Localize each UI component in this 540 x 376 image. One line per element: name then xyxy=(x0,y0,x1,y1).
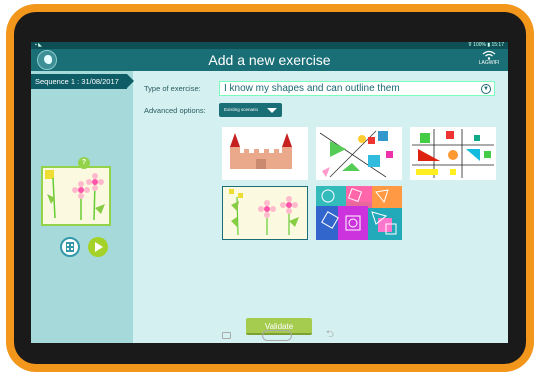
wifi-label: LAGWIFI xyxy=(478,60,500,66)
flowers-illustration xyxy=(229,189,299,236)
status-right: ⊽ 100% ▮ 15:17 xyxy=(468,42,504,48)
sequence-exercise-thumbnail[interactable] xyxy=(41,166,111,226)
exercise-card-castle[interactable] xyxy=(222,127,308,180)
status-left: ▪ ◣ xyxy=(35,42,43,48)
app-header: Add a new exercise LAGWIFI xyxy=(31,49,508,71)
sequence-tab[interactable]: Sequence 1 : 31/08/2017 xyxy=(31,74,134,89)
flag-shapes-illustration xyxy=(412,129,494,178)
home-icon[interactable] xyxy=(262,330,292,341)
film-icon[interactable] xyxy=(60,237,80,257)
exercise-card-flowers[interactable] xyxy=(222,186,308,240)
recents-icon[interactable] xyxy=(222,332,231,339)
exercise-card-shapes-lines[interactable] xyxy=(316,127,402,180)
shapes-lines-illustration xyxy=(319,130,393,178)
main-panel: Type of exercise: I know my shapes and c… xyxy=(133,71,508,343)
chevron-down-icon: ▼ xyxy=(481,84,491,94)
play-icon[interactable] xyxy=(88,237,108,257)
advanced-label: Advanced options: xyxy=(144,106,206,115)
exercise-type-value: I know my shapes and can outline them xyxy=(224,83,400,94)
page-title: Add a new exercise xyxy=(208,52,331,68)
castle-illustration xyxy=(230,133,292,169)
flowers-thumbnail-art xyxy=(45,170,105,221)
status-bar: ▪ ◣ ⊽ 100% ▮ 15:17 xyxy=(31,42,508,49)
sidebar: Sequence 1 : 31/08/2017 ? xyxy=(31,71,134,343)
wifi-icon xyxy=(482,50,496,60)
advanced-options-button[interactable]: Existing scenario xyxy=(219,103,282,117)
exercise-card-shape-collage[interactable] xyxy=(316,186,402,240)
exercise-card-flag-shapes[interactable] xyxy=(410,127,496,180)
help-badge[interactable]: ? xyxy=(78,157,90,169)
exercise-type-select[interactable]: I know my shapes and can outline them ▼ xyxy=(219,81,495,96)
collage-illustration xyxy=(316,186,402,240)
android-nav-bar: ⮌ xyxy=(0,320,540,350)
wifi-button[interactable]: LAGWIFI xyxy=(476,50,502,70)
type-label: Type of exercise: xyxy=(144,84,201,93)
app-screen: ▪ ◣ ⊽ 100% ▮ 15:17 Add a new exercise LA… xyxy=(31,42,508,343)
back-icon[interactable]: ⮌ xyxy=(326,329,336,341)
